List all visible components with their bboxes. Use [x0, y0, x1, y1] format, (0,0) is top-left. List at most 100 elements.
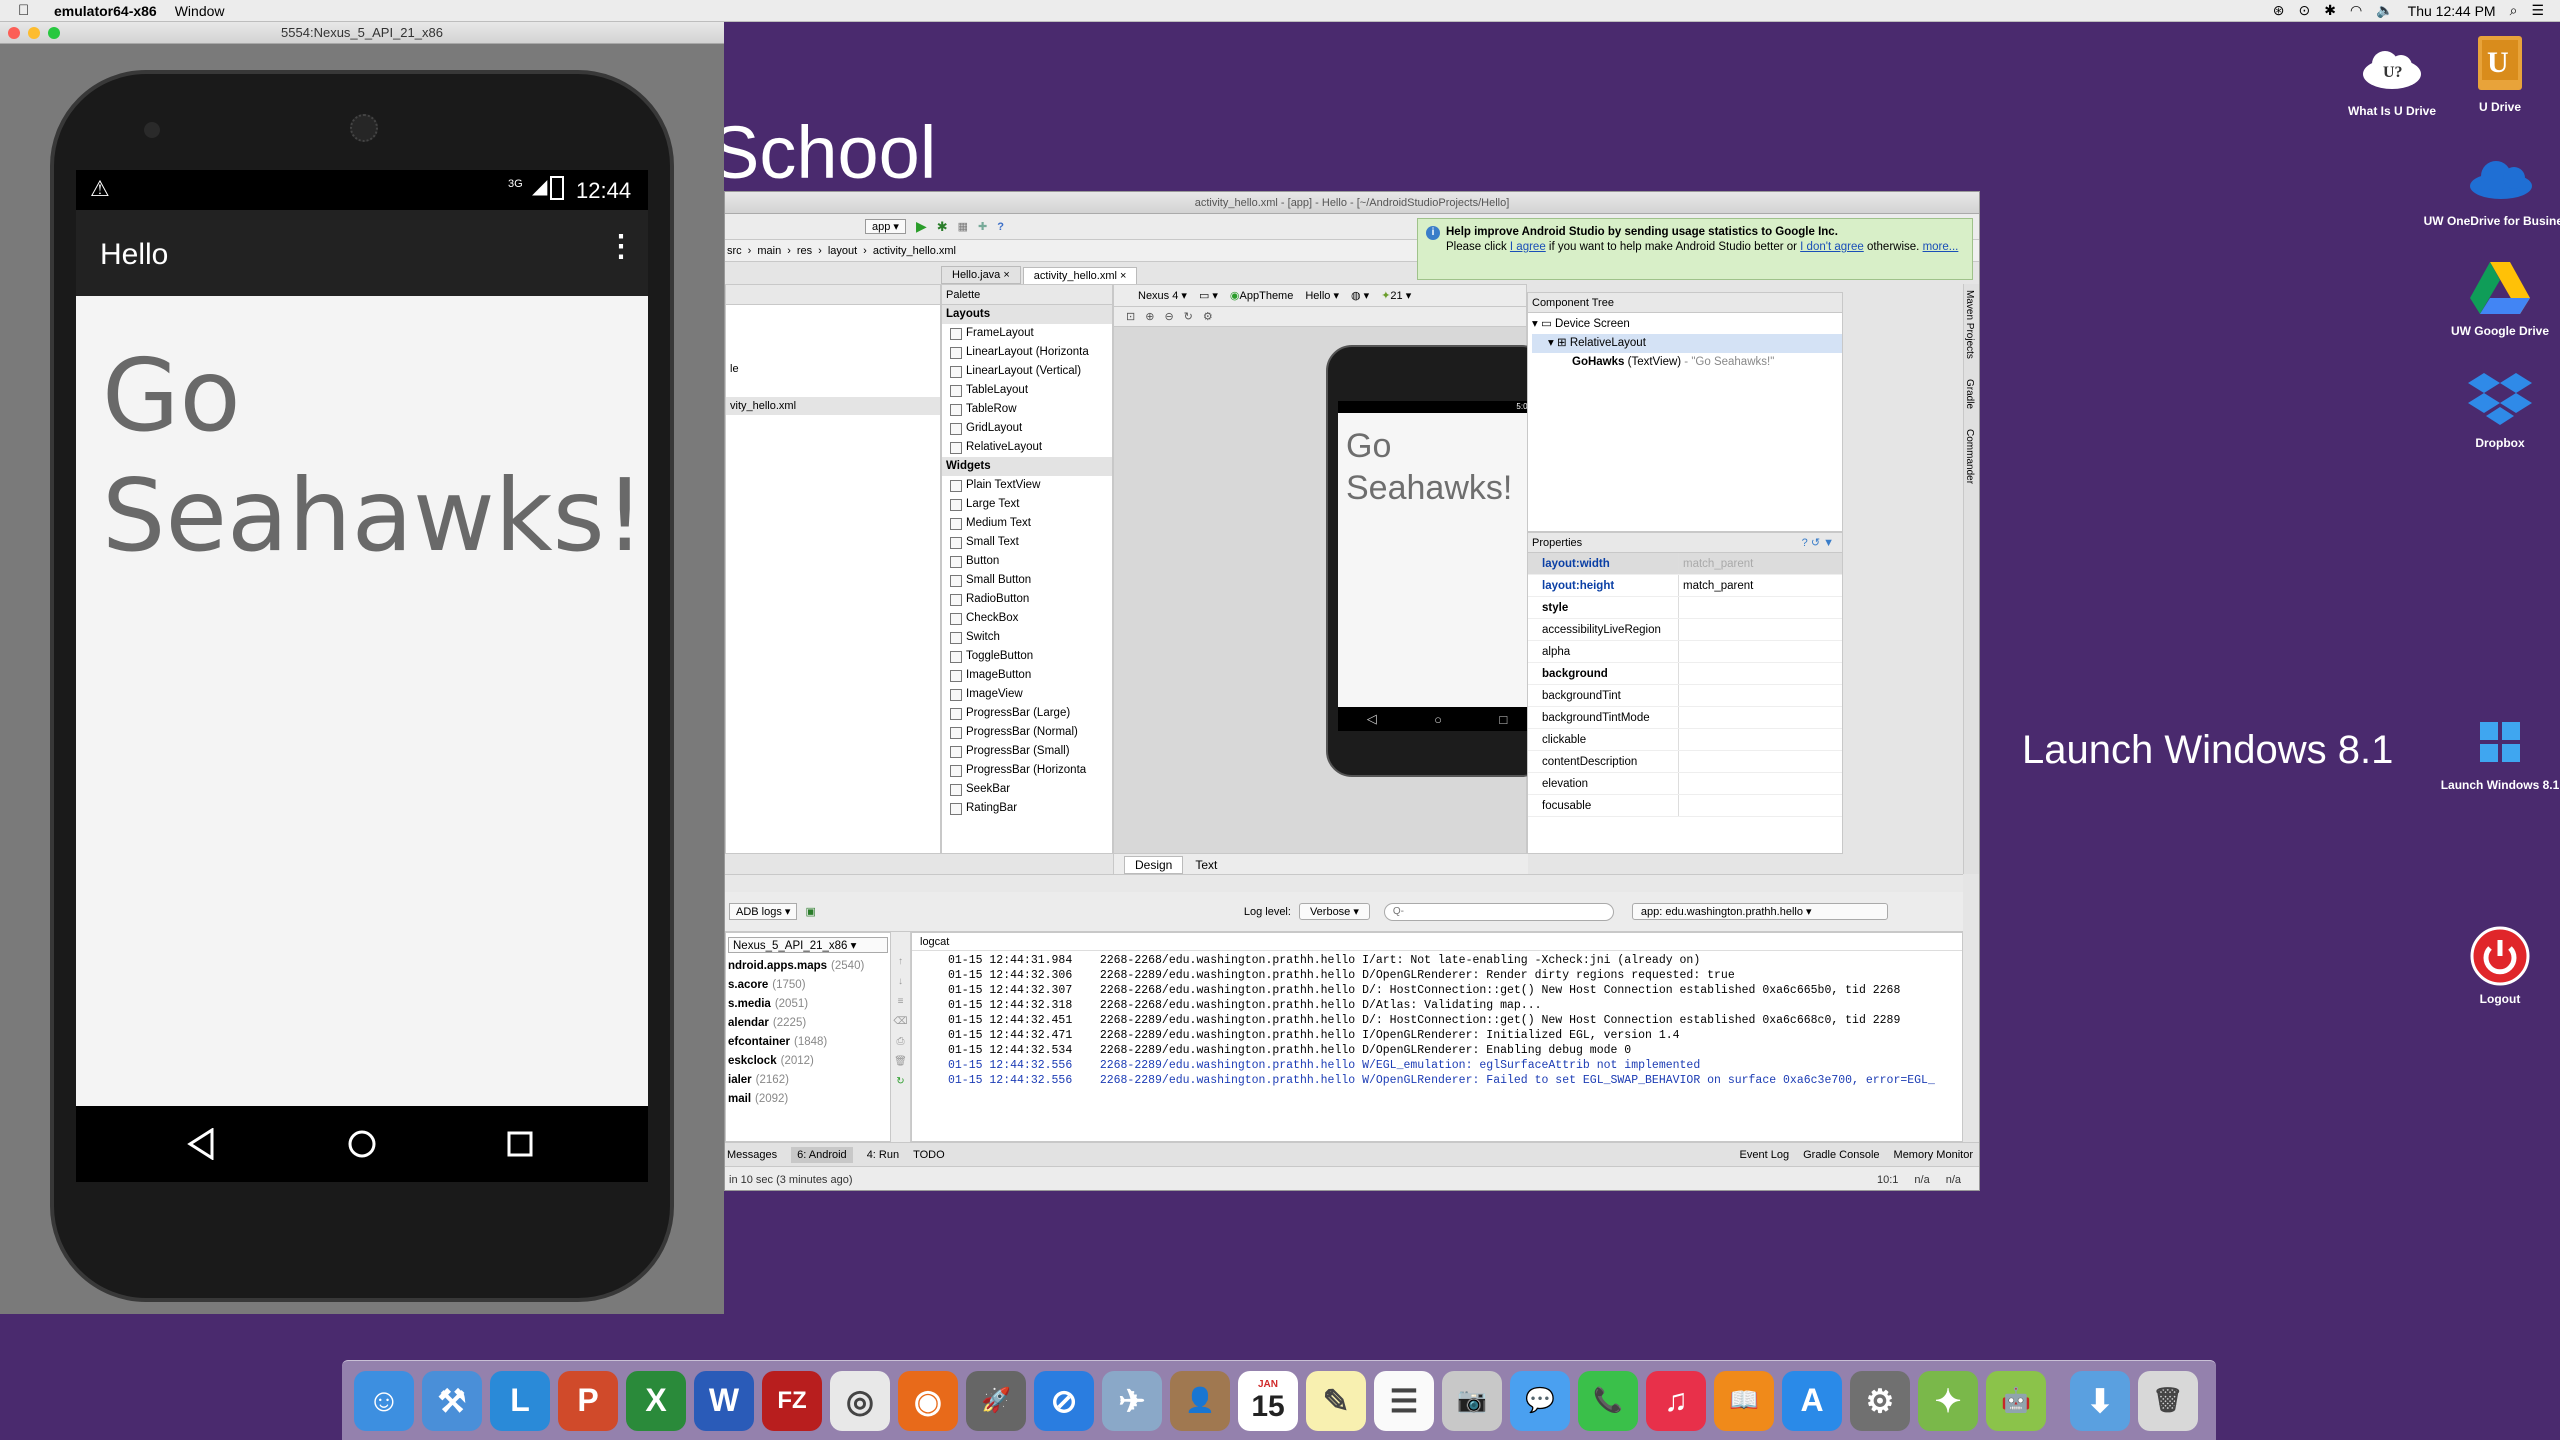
more-link[interactable]: more... — [1923, 241, 1959, 253]
side-tab-gradle[interactable]: Gradle — [1964, 379, 1975, 409]
dock-android-studio-icon[interactable]: ✦ — [1918, 1370, 1978, 1431]
activity-select[interactable]: Hello ▾ — [1305, 289, 1339, 302]
process-item[interactable]: efcontainer (1848) — [726, 1033, 890, 1052]
zoom-fit-icon[interactable]: ⊡ — [1126, 310, 1135, 323]
property-row[interactable]: backgroundTintMode — [1528, 707, 1842, 729]
android-device-monitor-icon[interactable]: ✚ — [978, 220, 987, 233]
tab-activity-hello-xml[interactable]: activity_hello.xml × — [1022, 267, 1138, 284]
palette-item[interactable]: Small Text — [942, 533, 1112, 552]
palette-item[interactable]: ToggleButton — [942, 647, 1112, 666]
process-item[interactable]: s.media (2051) — [726, 995, 890, 1014]
property-value[interactable] — [1678, 795, 1842, 816]
dock-contacts-icon[interactable]: 👤 — [1170, 1370, 1230, 1431]
desktop-icon-launch-windows[interactable]: Launch Windows 8.1 — [2420, 712, 2560, 792]
tree-node-textview[interactable]: GoHawks (TextView) - "Go Seahawks!" — [1532, 353, 1842, 372]
property-value[interactable] — [1678, 597, 1842, 618]
breadcrumb-item[interactable]: res — [797, 245, 812, 257]
agree-link[interactable]: I agree — [1510, 241, 1546, 253]
side-tab-maven[interactable]: Maven Projects — [1964, 290, 1975, 359]
property-row[interactable]: clickable — [1528, 729, 1842, 751]
tab-todo[interactable]: TODO — [913, 1149, 945, 1161]
log-line[interactable]: 01-15 12:44:32.307 2268-2268/edu.washing… — [948, 983, 1962, 998]
encoding-status[interactable]: n/a — [1946, 1174, 1979, 1186]
desktop-icon-u-drive[interactable]: U U Drive — [2420, 34, 2560, 114]
palette-item[interactable]: ProgressBar (Normal) — [942, 723, 1112, 742]
desktop-icon-google-drive[interactable]: UW Google Drive — [2420, 258, 2560, 338]
palette-item[interactable]: Switch — [942, 628, 1112, 647]
palette-item[interactable]: ProgressBar (Horizonta — [942, 761, 1112, 780]
palette-item[interactable]: Small Button — [942, 571, 1112, 590]
dock-system-preferences-icon[interactable]: ⚙ — [1850, 1370, 1910, 1431]
vpn-icon[interactable]: ⊛ — [2273, 2, 2285, 19]
dock-filezilla-icon[interactable]: FZ — [762, 1370, 822, 1431]
breadcrumb-item[interactable]: activity_hello.xml — [873, 245, 956, 257]
dock-photo-booth-icon[interactable]: 📷 — [1442, 1370, 1502, 1431]
log-line[interactable]: 01-15 12:44:32.556 2268-2289/edu.washing… — [948, 1073, 1962, 1088]
palette-item[interactable]: ImageButton — [942, 666, 1112, 685]
tab-hello-java[interactable]: Hello.java × — [941, 266, 1021, 284]
dock-launchpad-icon[interactable]: 🚀 — [966, 1370, 1026, 1431]
breadcrumb-item[interactable]: main — [757, 245, 781, 257]
property-row[interactable]: layout:height match_parent — [1528, 575, 1842, 597]
logcat-screenshot-icon[interactable]: ▣ — [805, 905, 815, 918]
palette-group-layouts[interactable]: Layouts — [942, 305, 1112, 324]
dock-finder-icon[interactable]: ☺ — [354, 1370, 414, 1431]
palette-item[interactable]: LinearLayout (Horizonta — [942, 343, 1112, 362]
dock-powerpoint-icon[interactable]: P — [558, 1370, 618, 1431]
property-row[interactable]: elevation — [1528, 773, 1842, 795]
device-select[interactable]: Nexus 4 ▾ — [1138, 289, 1187, 302]
run-config-select[interactable]: app ▾ — [865, 219, 906, 234]
soft-wrap-icon[interactable]: ≡ — [891, 992, 910, 1012]
palette-item[interactable]: SeekBar — [942, 780, 1112, 799]
log-level-select[interactable]: Verbose ▾ — [1298, 903, 1370, 920]
wifi-icon[interactable]: ◠ — [2350, 2, 2362, 19]
menu-app-name[interactable]: emulator64-x86 — [54, 3, 157, 19]
search-icon[interactable]: ⌕ — [2510, 2, 2518, 19]
run-icon[interactable]: ▶ — [916, 218, 927, 235]
process-item[interactable]: mail (2092) — [726, 1090, 890, 1109]
trash-icon[interactable]: 🗑 — [891, 1052, 910, 1072]
property-row[interactable]: backgroundTint — [1528, 685, 1842, 707]
dock-itunes-icon[interactable]: ♫ — [1646, 1370, 1706, 1431]
dock-lync-icon[interactable]: L — [490, 1370, 550, 1431]
dock-messages-icon[interactable]: 💬 — [1510, 1370, 1570, 1431]
property-row[interactable]: contentDescription — [1528, 751, 1842, 773]
palette-item[interactable]: GridLayout — [942, 419, 1112, 438]
dock-android-icon[interactable]: 🤖 — [1986, 1370, 2046, 1431]
volume-icon[interactable]: 🔈 — [2376, 2, 2393, 19]
sdk-manager-icon[interactable]: ▦ — [958, 220, 968, 233]
home-button[interactable] — [346, 1128, 378, 1160]
property-value[interactable]: match_parent — [1678, 553, 1842, 574]
menubar-clock[interactable]: Thu 12:44 PM — [2408, 3, 2496, 19]
palette-item[interactable]: RelativeLayout — [942, 438, 1112, 457]
api-select[interactable]: ✦21 ▾ — [1381, 289, 1411, 302]
recents-button[interactable] — [504, 1128, 536, 1160]
adb-logs-select[interactable]: ADB logs ▾ — [729, 903, 798, 920]
app-filter-select[interactable]: app: edu.washington.prathh.hello ▾ — [1631, 903, 1888, 920]
project-tree-item[interactable]: le — [730, 363, 739, 375]
palette-item[interactable]: RadioButton — [942, 590, 1112, 609]
palette-item[interactable]: Large Text — [942, 495, 1112, 514]
property-value[interactable] — [1678, 663, 1842, 684]
tab-run[interactable]: 4: Run — [867, 1149, 899, 1161]
theme-select[interactable]: ◉AppTheme — [1230, 289, 1293, 302]
dock-word-icon[interactable]: W — [694, 1370, 754, 1431]
project-tree-item-selected[interactable]: vity_hello.xml — [726, 397, 940, 415]
palette-item[interactable]: FrameLayout — [942, 324, 1112, 343]
palette-item[interactable]: Medium Text — [942, 514, 1112, 533]
dock-downloads-icon[interactable]: ⬇ — [2070, 1370, 2130, 1431]
device-select[interactable]: Nexus_5_API_21_x86 ▾ — [728, 937, 888, 953]
bluetooth-icon[interactable]: ✱ — [2324, 2, 2336, 19]
property-value[interactable] — [1678, 685, 1842, 706]
dock-safari-icon[interactable]: ⊘ — [1034, 1370, 1094, 1431]
scroll-down-icon[interactable]: ↓ — [891, 972, 910, 992]
property-row[interactable]: style — [1528, 597, 1842, 619]
process-item[interactable]: ndroid.apps.maps (2540) — [726, 957, 890, 976]
property-row[interactable]: accessibilityLiveRegion — [1528, 619, 1842, 641]
property-row[interactable]: background — [1528, 663, 1842, 685]
palette-item[interactable]: Button — [942, 552, 1112, 571]
help-icon[interactable]: ? — [997, 221, 1004, 233]
zoom-out-icon[interactable]: ⊖ — [1164, 310, 1173, 323]
log-line[interactable]: 01-15 12:44:32.451 2268-2289/edu.washing… — [948, 1013, 1962, 1028]
log-line[interactable]: 01-15 12:44:32.556 2268-2289/edu.washing… — [948, 1058, 1962, 1073]
